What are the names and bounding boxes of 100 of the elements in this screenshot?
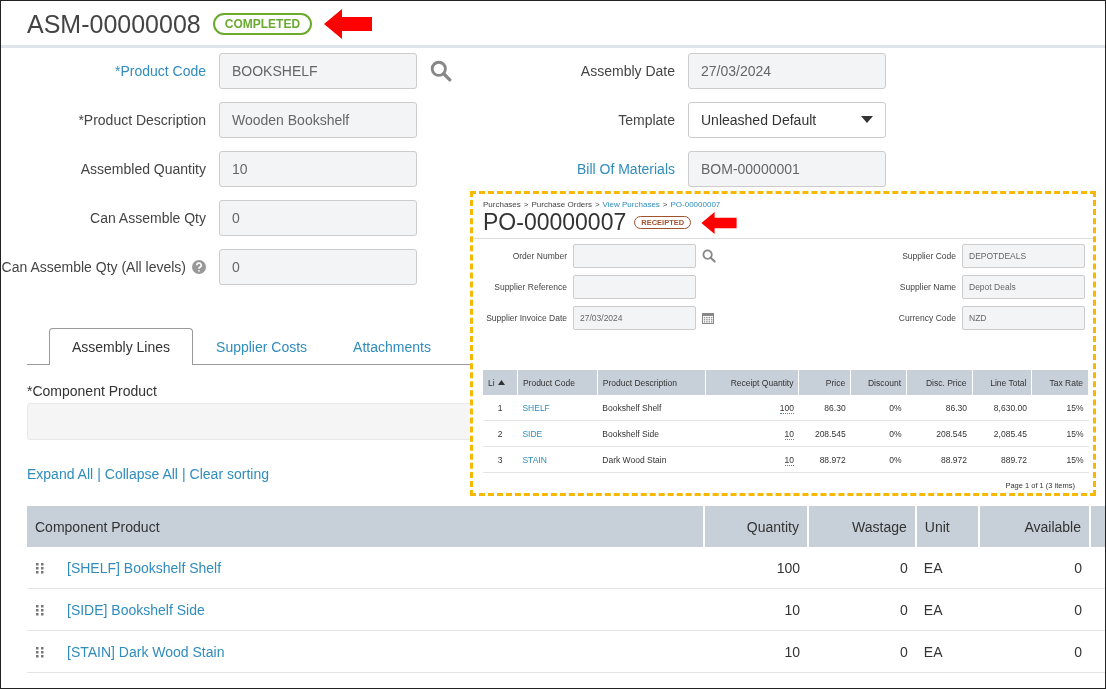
tab[interactable]: Supplier Costs: [193, 328, 331, 365]
column-header[interactable]: Unit: [915, 506, 980, 547]
drag-handle-icon[interactable]: [35, 603, 45, 616]
field-label: Supplier Name: [898, 282, 956, 292]
field-label[interactable]: *Product Code: [114, 63, 206, 79]
column-header[interactable]: Discount: [850, 370, 907, 395]
table-cell: 86.30: [906, 395, 973, 421]
breadcrumb-item[interactable]: View Purchases: [602, 200, 660, 209]
column-header[interactable]: Available: [979, 506, 1090, 547]
table-cell: 889.72: [972, 446, 1032, 473]
separator: |: [181, 466, 186, 482]
page-title: ASM-00000008: [27, 9, 201, 39]
tab[interactable]: Attachments: [330, 328, 454, 365]
input-field[interactable]: DEPOTDEALS: [962, 244, 1085, 268]
table-cell: 0: [979, 547, 1090, 589]
column-header[interactable]: Wastage: [808, 506, 916, 547]
column-header[interactable]: Quantity: [704, 506, 808, 547]
table-cell: EA: [915, 630, 980, 673]
product-link[interactable]: STAIN: [522, 454, 547, 465]
action-link[interactable]: Collapse All: [104, 466, 178, 482]
field-label: Can Assemble Qty (All levels): [1, 259, 186, 275]
field-label: *Component Product: [27, 383, 157, 399]
separator: |: [97, 466, 101, 482]
input-field[interactable]: 0: [219, 249, 417, 285]
product-link[interactable]: [STAIN] Dark Wood Stain: [67, 643, 225, 660]
input-field[interactable]: BOOKSHELF: [219, 53, 417, 89]
drag-handle-icon[interactable]: [35, 645, 45, 658]
table-cell: 1: [483, 395, 518, 421]
arrow-icon: [324, 9, 373, 39]
input-field[interactable]: 10: [219, 151, 417, 187]
field-label[interactable]: Bill Of Materials: [576, 161, 675, 177]
search-icon[interactable]: [430, 60, 452, 82]
breadcrumb-separator: >: [662, 200, 668, 209]
table-cell: 2,085.45: [972, 420, 1032, 447]
table-cell: 88.972: [799, 446, 851, 473]
help-icon[interactable]: [192, 260, 206, 274]
field-label: Currency Code: [897, 313, 956, 323]
template-dropdown[interactable]: Unleashed Default: [688, 102, 886, 138]
table-cell: EA: [915, 547, 980, 589]
table-cell: 0%: [850, 446, 907, 473]
column-header[interactable]: Line Total: [972, 370, 1032, 395]
action-link[interactable]: Expand All: [27, 466, 94, 482]
calendar-icon[interactable]: [702, 312, 714, 324]
table-cell: 10: [704, 630, 808, 673]
column-header[interactable]: Li: [483, 370, 518, 395]
table-cell: 86.30: [799, 395, 851, 421]
breadcrumb-item[interactable]: Purchases: [483, 200, 521, 209]
product-link[interactable]: SIDE: [522, 428, 543, 439]
table-cell: 208.545: [906, 420, 973, 447]
field-label: Order Number: [511, 251, 567, 261]
product-link[interactable]: [SHELF] Bookshelf Shelf: [67, 559, 222, 576]
field-label: Supplier Reference: [493, 282, 567, 292]
column-header[interactable]: Tax Rate: [1031, 370, 1089, 395]
table-cell: EA: [915, 588, 980, 631]
input-field[interactable]: NZD: [962, 306, 1085, 330]
table-cell: 0: [808, 630, 916, 673]
column-header[interactable]: Disc. Price: [906, 370, 973, 395]
breadcrumb-item[interactable]: Purchase Orders: [531, 200, 592, 209]
action-link[interactable]: Clear sorting: [189, 466, 269, 482]
column-header[interactable]: Price: [799, 370, 851, 395]
input-field[interactable]: [573, 244, 696, 268]
input-field[interactable]: Wooden Bookshelf: [219, 102, 417, 138]
table-cell: Bookshelf Side: [597, 420, 706, 447]
search-icon[interactable]: [702, 249, 716, 263]
table-cell: 208.545: [799, 420, 851, 447]
input-field[interactable]: Depot Deals: [962, 275, 1085, 299]
field-label: Can Assemble Qty: [90, 210, 206, 226]
breadcrumb-separator: >: [594, 200, 600, 209]
input-field[interactable]: 0: [219, 200, 417, 236]
table-cell: 0%: [850, 395, 907, 421]
breadcrumb-item[interactable]: PO-00000007: [670, 200, 721, 209]
product-link[interactable]: [SIDE] Bookshelf Side: [67, 601, 205, 618]
table-cell: Bookshelf Shelf: [597, 395, 706, 421]
status-badge: COMPLETED: [212, 13, 313, 35]
column-header[interactable]: Product Code: [517, 370, 598, 395]
tab[interactable]: Assembly Lines: [49, 328, 194, 365]
table-cell: 0: [979, 630, 1090, 673]
input-field[interactable]: BOM-00000001: [688, 151, 886, 187]
quantity-input[interactable]: 100: [779, 402, 794, 414]
quantity-input[interactable]: 10: [784, 454, 794, 466]
table-cell: 10: [704, 588, 808, 631]
input-field[interactable]: 27/03/2024: [688, 53, 886, 89]
table-cell: 0%: [850, 420, 907, 447]
field-label: Supplier Invoice Date: [485, 313, 567, 323]
column-header[interactable]: Component Product: [27, 506, 704, 547]
arrow-icon: [699, 211, 740, 234]
table-cell: 15%: [1031, 420, 1089, 447]
quantity-input[interactable]: 10: [784, 428, 794, 440]
caret-icon: [861, 116, 873, 124]
product-link[interactable]: SHELF: [522, 402, 550, 413]
table-cell: 8,630.00: [972, 395, 1032, 421]
input-field[interactable]: [573, 275, 696, 299]
column-header[interactable]: Receipt Quantity: [705, 370, 799, 395]
drag-handle-icon[interactable]: [35, 561, 45, 574]
table-cell: 88.972: [906, 446, 973, 473]
input-field[interactable]: 27/03/2024: [573, 306, 696, 330]
table-cell: 3: [483, 446, 518, 473]
table-cell: Dark Wood Stain: [597, 446, 706, 473]
sort-ascending-icon: [497, 380, 505, 385]
column-header[interactable]: Product Description: [597, 370, 706, 395]
